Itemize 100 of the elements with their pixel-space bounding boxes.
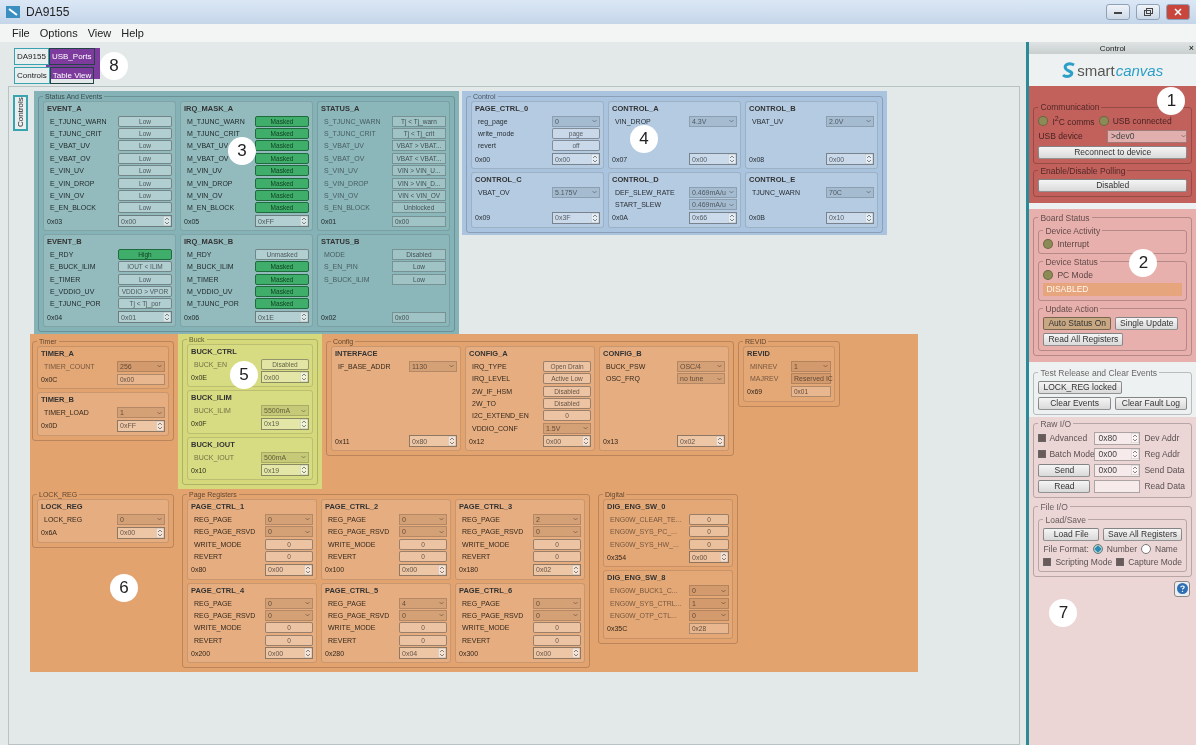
minimize-button[interactable] [1106, 4, 1130, 20]
tab[interactable]: USB_Ports [48, 48, 95, 65]
caret-icon [729, 202, 734, 207]
group-title: Device Activity [1044, 225, 1102, 236]
input-field[interactable] [1094, 479, 1141, 493]
minimize-icon [1114, 10, 1122, 14]
led-label: PC Mode [1057, 269, 1093, 280]
group-title: Enable/Disable Polling [1039, 165, 1127, 176]
caret-icon [573, 601, 578, 605]
field-label: USB device [1038, 131, 1083, 142]
checkbox[interactable] [1116, 557, 1125, 566]
spin-arrows-icon [438, 564, 446, 575]
caret-icon [439, 517, 444, 522]
app-icon [6, 6, 20, 18]
spin-arrows-icon [300, 418, 308, 429]
number-badge: 6 [110, 574, 138, 603]
restore-button[interactable] [1136, 4, 1160, 20]
caret-icon [1181, 134, 1186, 139]
caret-icon [305, 529, 310, 534]
caret-icon [573, 613, 578, 618]
lock-button[interactable]: LOCK_REG locked [1038, 380, 1122, 394]
caret-icon [301, 455, 306, 460]
radio-button[interactable] [1141, 543, 1151, 554]
close-button[interactable] [1166, 4, 1190, 20]
caret-icon [305, 517, 310, 522]
checkbox[interactable] [1043, 557, 1052, 566]
caret-icon [721, 601, 726, 605]
led-label: Interrupt [1057, 238, 1090, 249]
spin-arrows-icon [300, 372, 308, 383]
spin-arrows-icon [572, 648, 580, 659]
caret-icon [301, 408, 306, 413]
caret-icon [592, 190, 597, 195]
spin-box[interactable]: 0x00 [1094, 463, 1141, 477]
spin-arrows-icon [582, 436, 590, 447]
checkbox-label: Capture Mode [1128, 556, 1182, 567]
checkbox[interactable] [1038, 450, 1047, 459]
caret-icon [573, 529, 578, 534]
spin-arrows-icon [572, 564, 580, 575]
help-icon [1176, 583, 1188, 595]
menu-item[interactable]: View [87, 27, 112, 39]
tab[interactable]: Controls [14, 67, 50, 84]
field-label: Dev Addr [1144, 433, 1180, 444]
field-label: Read Data [1144, 481, 1186, 492]
close-button[interactable]: × [1188, 42, 1194, 54]
spin-box[interactable]: 0x00 [1094, 447, 1141, 461]
io-button[interactable]: Send [1038, 463, 1091, 477]
caret-icon [729, 119, 734, 124]
caret-icon [823, 364, 828, 369]
update-button[interactable]: Auto Status On [1043, 316, 1112, 330]
checkbox[interactable] [1038, 434, 1047, 443]
spin-arrows-icon [300, 312, 308, 323]
help-button[interactable] [1174, 580, 1190, 597]
number-badge: 3 [228, 137, 256, 165]
radio-label: Number [1106, 543, 1137, 554]
logo-text: smart [1077, 61, 1115, 79]
number-badge: 5 [230, 361, 258, 390]
logo-text: canvas [1115, 61, 1164, 79]
logo-mark-icon [1062, 62, 1077, 78]
number-badge: 1 [1157, 87, 1186, 115]
spin-arrows-icon [591, 154, 599, 165]
tab[interactable]: DA9155 [14, 48, 49, 65]
menu-item[interactable]: Help [121, 27, 144, 39]
group-title: Update Action [1044, 303, 1100, 314]
caret-icon [157, 410, 162, 415]
vertical-tab[interactable]: Controls [13, 95, 28, 131]
file-button[interactable]: Load File [1043, 527, 1099, 541]
update-button[interactable]: Read All Registers [1043, 332, 1124, 346]
menu-item[interactable]: File [12, 27, 30, 39]
reconnect-button[interactable]: Reconnect to device [1038, 145, 1187, 159]
clear-button[interactable]: Clear Events [1038, 396, 1111, 410]
field-label: Reg Addr [1144, 449, 1180, 460]
caret-icon [305, 613, 310, 618]
radio-button[interactable] [1092, 543, 1103, 554]
field-label: Send Data [1144, 465, 1185, 476]
restore-icon [1143, 8, 1153, 16]
spin-arrows-icon [156, 420, 164, 431]
io-button[interactable]: Read [1038, 479, 1091, 493]
spin-box[interactable]: 0x80 [1094, 431, 1141, 445]
tab[interactable]: Table View [49, 67, 95, 84]
clear-button[interactable]: Clear Fault Log [1114, 396, 1187, 410]
file-button[interactable]: Save All Registers [1103, 527, 1182, 541]
caret-icon [721, 613, 726, 618]
update-button[interactable]: Single Update [1115, 316, 1179, 330]
checkbox-label: Batch Mode [1049, 449, 1095, 460]
spin-arrows-icon [304, 564, 312, 575]
caret-icon [717, 376, 722, 381]
caret-icon [439, 529, 444, 534]
polling-button[interactable]: Disabled [1038, 178, 1187, 192]
spin-arrows-icon [300, 465, 308, 476]
group-title: Board Status [1039, 212, 1091, 223]
caret-icon [439, 601, 444, 605]
checkbox-label: Scripting Mode [1055, 556, 1113, 567]
group-title: Communication [1039, 102, 1101, 112]
spin-arrows-icon [163, 312, 171, 323]
spin-arrows-icon [865, 154, 873, 165]
dropdown[interactable]: >dev0 [1107, 129, 1187, 143]
menu-item[interactable]: Options [39, 27, 78, 39]
group-title: Device Status [1044, 256, 1099, 267]
spin-arrows-icon [1131, 465, 1140, 476]
spin-arrows-icon [728, 154, 736, 165]
